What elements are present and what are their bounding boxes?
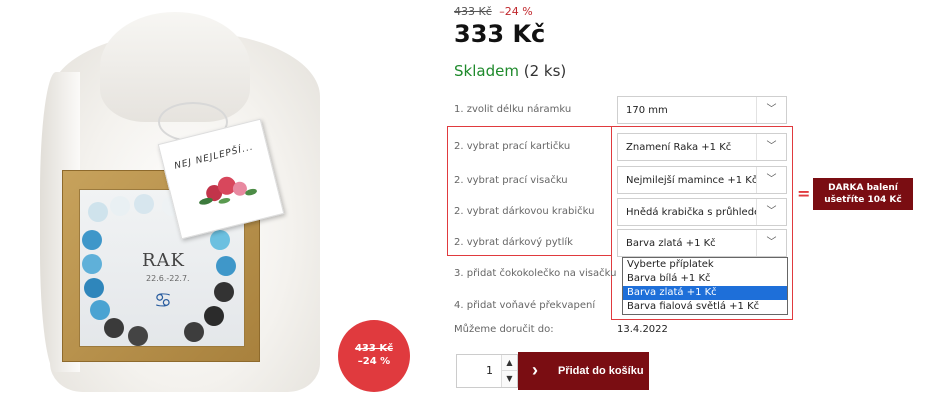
- add-to-cart-button[interactable]: › Přidat do košíku: [518, 352, 649, 390]
- box-select[interactable]: Hnědá krabička s průhleden ﹀: [617, 198, 787, 226]
- option-label-card: 2. vybrat prací kartičku: [454, 141, 571, 152]
- option-label-chocolate: 3. přidat čokokolečko na visačku: [454, 268, 617, 279]
- zodiac-label: RAK: [142, 250, 185, 271]
- flowers-icon: [199, 176, 257, 205]
- pouch-dropdown-list[interactable]: Vyberte příplatek Barva bílá +1 Kč Barva…: [622, 257, 788, 315]
- dropdown-option[interactable]: Barva fialová světlá +1 Kč: [623, 300, 787, 314]
- bead: [214, 282, 234, 302]
- option-label-scent: 4. přidat voňavé překvapení: [454, 300, 596, 311]
- option-label-pouch: 2. vybrat dárkový pytlík: [454, 237, 573, 248]
- stock-label: Skladem: [454, 62, 519, 80]
- select-value: Barva zlatá +1 Kč: [626, 238, 716, 249]
- quantity-input[interactable]: 1: [457, 355, 501, 387]
- old-price-line: 433 Kč –24 %: [454, 5, 533, 18]
- bead: [216, 256, 236, 276]
- delivery-label: Můžeme doručit do:: [454, 324, 554, 335]
- bracelet-length-select[interactable]: 170 mm ﹀: [617, 96, 787, 124]
- old-price: 433 Kč: [454, 5, 492, 18]
- select-value: Hnědá krabička s průhleden: [626, 207, 767, 218]
- bead: [82, 254, 102, 274]
- bead: [88, 202, 108, 222]
- chevron-down-icon[interactable]: ﹀: [756, 134, 786, 160]
- equals-sign: =: [797, 184, 811, 203]
- chevron-up-icon[interactable]: ▲: [501, 355, 517, 371]
- select-value: 170 mm: [626, 105, 668, 116]
- badge-old-price: 433 Kč: [354, 343, 394, 354]
- dropdown-option[interactable]: Vyberte příplatek: [623, 258, 787, 272]
- badge-discount: –24 %: [357, 356, 391, 367]
- promo-line-1: DARKA balení: [828, 183, 898, 193]
- product-image[interactable]: RAK 22.6.-22.7. ♋ NEJ NEJLEPŠÍ...: [40, 12, 340, 397]
- bead: [204, 306, 224, 326]
- chevron-down-icon[interactable]: ▼: [501, 371, 517, 387]
- option-label-tag: 2. vybrat prací visačku: [454, 175, 568, 186]
- chevron-down-icon[interactable]: ﹀: [756, 230, 786, 256]
- bead: [90, 300, 110, 320]
- pouch-select[interactable]: Barva zlatá +1 Kč ﹀: [617, 229, 787, 257]
- bead: [134, 194, 154, 214]
- current-price: 333 Kč: [454, 20, 546, 48]
- dropdown-option-selected[interactable]: Barva zlatá +1 Kč: [623, 286, 787, 300]
- quantity-stepper[interactable]: 1 ▲ ▼: [456, 354, 518, 388]
- promo-line-2: ušetříte 104 Kč: [824, 195, 902, 205]
- option-label-bracelet-length: 1. zvolit délku náramku: [454, 104, 572, 115]
- select-value: Znamení Raka +1 Kč: [626, 142, 732, 153]
- delivery-date: 13.4.2022: [617, 324, 668, 335]
- bead: [110, 196, 130, 216]
- select-value: Nejmilejší mamince +1 Kč: [626, 175, 758, 186]
- bead: [128, 326, 148, 346]
- option-label-box: 2. vybrat dárkovou krabičku: [454, 206, 595, 217]
- dropdown-option[interactable]: Barva bílá +1 Kč: [623, 272, 787, 286]
- chevron-down-icon[interactable]: ﹀: [756, 199, 786, 225]
- bead: [210, 230, 230, 250]
- discount-badge: 433 Kč –24 %: [338, 320, 410, 392]
- stock-count: (2 ks): [523, 62, 567, 80]
- chevron-down-icon[interactable]: ﹀: [756, 97, 786, 123]
- tag-select[interactable]: Nejmilejší mamince +1 Kč ﹀: [617, 166, 787, 194]
- card-select[interactable]: Znamení Raka +1 Kč ﹀: [617, 133, 787, 161]
- stock-status: Skladem (2 ks): [454, 62, 566, 80]
- chevron-right-icon: ›: [532, 360, 538, 380]
- bead: [84, 278, 104, 298]
- chevron-down-icon[interactable]: ﹀: [756, 167, 786, 193]
- bead: [82, 230, 102, 250]
- bead: [104, 318, 124, 338]
- bead: [184, 322, 204, 342]
- zodiac-dates: 22.6.-22.7.: [146, 274, 190, 283]
- gift-packaging-promo: DARKA balení ušetříte 104 Kč: [813, 178, 913, 210]
- add-to-cart-label: Přidat do košíku: [558, 365, 644, 377]
- cancer-zodiac-icon: ♋: [154, 288, 172, 312]
- discount-percent: –24 %: [499, 5, 533, 18]
